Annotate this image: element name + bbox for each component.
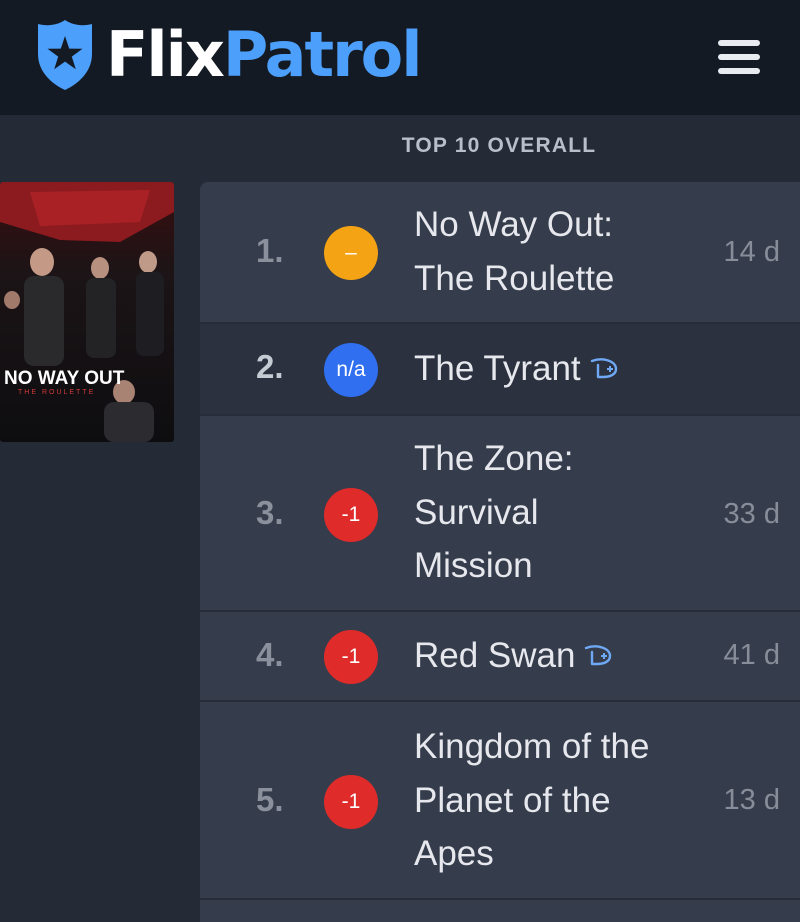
section-title: TOP 10 OVERALL [401, 134, 597, 157]
list-item[interactable]: 3. -1 The Zone: Survival Mission 33 d [200, 416, 800, 612]
logo-text: FlixPatrol [106, 14, 423, 96]
title-link[interactable]: No Way Out: The Roulette [414, 198, 704, 305]
rank-number: 4. [256, 636, 284, 673]
title-link[interactable]: Kingdom of the Planet of the Apes [414, 720, 704, 881]
police-badge-star-icon [34, 18, 96, 92]
poster-title: NO WAY OUT [4, 368, 125, 389]
list-item[interactable]: 5. -1 Kingdom of the Planet of the Apes … [200, 702, 800, 900]
rank-change-badge: -1 [324, 775, 378, 829]
hamburger-menu-icon[interactable] [718, 38, 764, 78]
days-in-top10: 33 d [723, 498, 780, 530]
list-item[interactable]: 2. n/a The Tyrant [200, 324, 800, 416]
list-item[interactable]: 4. -1 Red Swan 41 d [200, 612, 800, 702]
disney-plus-icon [589, 341, 619, 395]
logo-text-patrol: Patrol [222, 18, 423, 91]
rank-change-badge: -1 [324, 630, 378, 684]
rank-number: 5. [256, 781, 284, 818]
days-in-top10: 14 d [723, 236, 780, 268]
title-link[interactable]: Red Swan [414, 629, 704, 683]
rank-change-badge: – [324, 226, 378, 280]
rank-number: 2. [256, 348, 284, 385]
list-item[interactable]: 1. – No Way Out: The Roulette 14 d [200, 182, 800, 324]
title-link[interactable]: The Zone: Survival Mission [414, 432, 704, 593]
disney-plus-icon [583, 628, 613, 682]
rank-change-badge: n/a [324, 343, 378, 397]
top-navigation-bar: FlixPatrol [0, 0, 800, 115]
days-in-top10: 41 d [723, 639, 780, 671]
top10-list: 1. – No Way Out: The Roulette 14 d 2. n/… [200, 182, 800, 922]
poster-image: NO WAY OUT THE ROULETTE [0, 182, 174, 442]
title-link[interactable]: The Tyrant [414, 342, 704, 396]
rank-number: 3. [256, 494, 284, 531]
rank-change-badge: -1 [324, 488, 378, 542]
poster-subtitle: THE ROULETTE [18, 389, 95, 396]
flixpatrol-logo[interactable]: FlixPatrol [34, 14, 423, 96]
days-in-top10: 13 d [723, 784, 780, 816]
featured-poster[interactable]: NO WAY OUT THE ROULETTE [0, 182, 174, 442]
logo-text-flix: Flix [106, 18, 225, 91]
rank-number: 1. [256, 232, 284, 269]
